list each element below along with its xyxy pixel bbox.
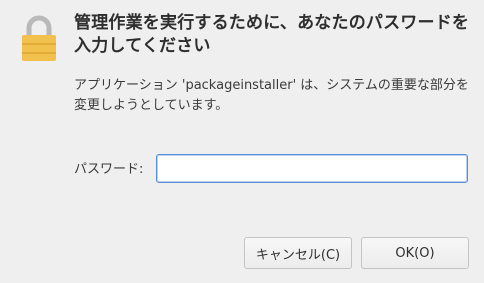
- ok-button[interactable]: OK(O): [361, 237, 469, 269]
- auth-dialog: 管理作業を実行するために、あなたのパスワードを入力してください アプリケーション…: [0, 0, 484, 283]
- dialog-description: アプリケーション 'packageinstaller' は、システムの重要な部分…: [74, 78, 469, 113]
- cancel-button[interactable]: キャンセル(C): [244, 237, 352, 269]
- password-input[interactable]: [156, 154, 468, 183]
- lock-icon: [20, 14, 58, 62]
- dialog-title: 管理作業を実行するために、あなたのパスワードを入力してください: [74, 13, 470, 56]
- password-label: パスワード:: [74, 162, 144, 177]
